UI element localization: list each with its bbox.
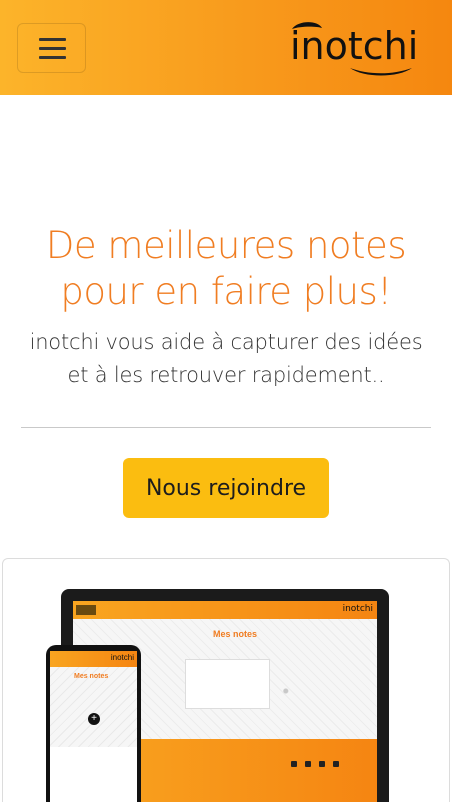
join-button[interactable]: Nous rejoindre [123, 458, 329, 518]
laptop-screen-logo: inotchi [342, 604, 373, 614]
twitter-icon [319, 761, 325, 767]
facebook-icon [291, 761, 297, 767]
navbar: inotchi [0, 0, 452, 95]
phone-screen-title: Mes notes [74, 673, 109, 680]
hero-subtitle-line1: inotchi vous aide à capturer des idées [29, 330, 423, 354]
svg-text:inotchi: inotchi [290, 24, 416, 68]
app-preview-card: inotchi Mes notes inotchi Mes notes + [2, 558, 450, 802]
phone-screen-navbar: inotchi [50, 651, 137, 667]
hero-subtitle-line2: et à les retrouver rapidement.. [67, 363, 385, 387]
hamburger-icon-bar [39, 56, 66, 59]
hero-title-line1: De meilleures notes [45, 224, 407, 267]
hamburger-icon-bar [39, 47, 66, 50]
laptop-screen-title: Mes notes [213, 629, 258, 639]
phone-mockup: inotchi Mes notes + [46, 645, 141, 802]
menu-toggle-button[interactable] [17, 23, 86, 73]
phone-screen-logo: inotchi [110, 653, 134, 662]
add-note-icon: + [88, 713, 100, 725]
phone-screen-doodle-background: Mes notes + [50, 667, 137, 747]
hero-title-line2: pour en faire plus! [60, 270, 392, 313]
laptop-screen-navbar: inotchi [73, 601, 377, 619]
laptop-screen-note-card [185, 659, 270, 709]
instagram-icon [305, 761, 311, 767]
laptop-screen-menu-icon [76, 605, 96, 615]
brand-logo[interactable]: inotchi [288, 16, 418, 78]
inotchi-logo-icon: inotchi [290, 22, 418, 76]
linkedin-icon [333, 761, 339, 767]
hero-title: De meilleures notes pour en faire plus! [0, 223, 452, 315]
hero-divider [21, 427, 431, 428]
hamburger-icon [39, 38, 66, 41]
phone-screen: inotchi Mes notes + [50, 651, 137, 802]
hero-subtitle: inotchi vous aide à capturer des idées e… [0, 326, 452, 392]
